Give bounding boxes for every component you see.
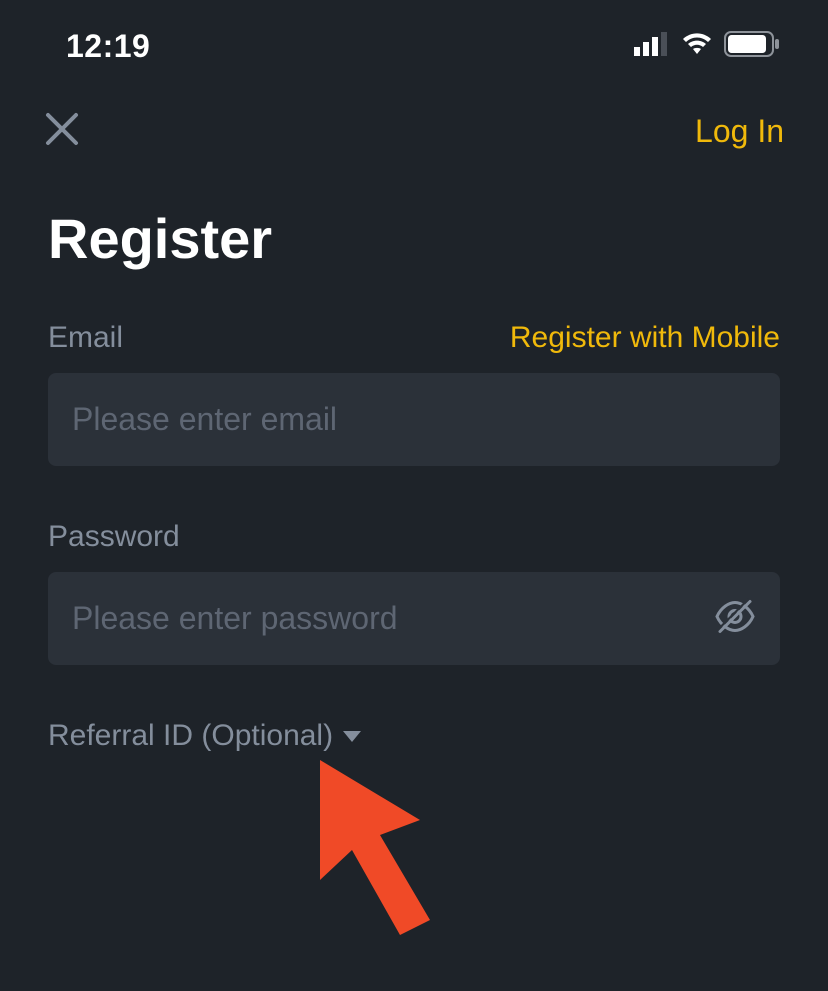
password-input[interactable] xyxy=(48,572,780,665)
register-mobile-link[interactable]: Register with Mobile xyxy=(510,321,780,355)
nav-bar: Log In xyxy=(0,85,828,180)
close-button[interactable] xyxy=(44,111,80,152)
password-label-row: Password xyxy=(48,520,780,554)
referral-id-label: Referral ID (Optional) xyxy=(48,719,333,753)
email-input[interactable] xyxy=(48,373,780,466)
password-input-wrap xyxy=(48,572,780,665)
login-link[interactable]: Log In xyxy=(695,113,784,150)
referral-id-toggle[interactable]: Referral ID (Optional) xyxy=(48,719,780,753)
page-title: Register xyxy=(0,180,828,321)
email-label: Email xyxy=(48,321,123,355)
close-icon xyxy=(44,111,80,152)
chevron-down-icon xyxy=(343,731,361,742)
email-input-wrap xyxy=(48,373,780,466)
annotation-arrow-icon xyxy=(310,750,460,945)
register-form: Email Register with Mobile Password Refe… xyxy=(0,321,828,753)
status-bar: 12:19 xyxy=(0,0,828,85)
cellular-signal-icon xyxy=(634,32,670,61)
status-time: 12:19 xyxy=(66,28,150,65)
status-icons xyxy=(634,31,780,62)
battery-icon xyxy=(724,31,780,62)
password-label: Password xyxy=(48,520,180,554)
toggle-password-visibility-icon[interactable] xyxy=(714,597,756,640)
email-label-row: Email Register with Mobile xyxy=(48,321,780,355)
wifi-icon xyxy=(680,32,714,61)
